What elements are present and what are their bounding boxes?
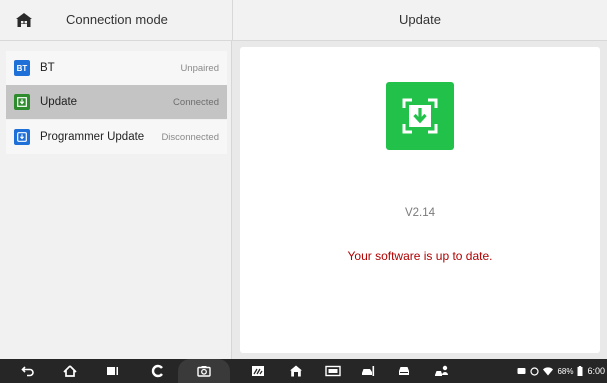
connection-mode-title: Connection mode: [66, 12, 168, 27]
update-panel: V2.14 Your software is up to date.: [240, 47, 600, 353]
download-update-icon: [386, 82, 454, 150]
sidebar-item-label: Programmer Update: [40, 131, 145, 143]
home-icon: [290, 365, 302, 377]
settings-icon: [530, 366, 540, 376]
clock: 6:00: [587, 366, 605, 376]
sidebar-item-label: Update: [40, 96, 78, 108]
programmer-update-badge-icon: [14, 129, 30, 145]
sidebar-item-label: BT: [40, 62, 55, 74]
sidebar-item-update[interactable]: Update Connected: [6, 85, 227, 119]
shortcut-home-button[interactable]: [284, 359, 308, 383]
page-title: Update: [399, 12, 441, 27]
remote-expert-button[interactable]: [430, 359, 454, 383]
camera-button[interactable]: [192, 359, 216, 383]
bottom-nav-bar: 68% 6:00: [0, 359, 607, 383]
display-icon: [252, 366, 264, 376]
car-diagnostics-icon: [362, 366, 375, 376]
sidebar-item-status: Connected: [173, 96, 219, 108]
home-icon: [16, 13, 32, 27]
software-version: V2.14: [404, 207, 436, 219]
back-button[interactable]: [16, 359, 40, 383]
bluetooth-badge-icon: BT: [14, 60, 30, 76]
back-icon: [21, 366, 34, 377]
home-button[interactable]: [12, 8, 36, 32]
diagnostics-button[interactable]: [356, 359, 380, 383]
browser-button[interactable]: [146, 359, 170, 383]
wifi-icon: [543, 366, 554, 375]
vci-button[interactable]: [321, 359, 345, 383]
service-button[interactable]: [392, 359, 416, 383]
sidebar-item-bt[interactable]: BT BT Unpaired: [6, 51, 227, 85]
browser-icon: [151, 364, 163, 378]
recent-apps-icon: [107, 367, 118, 375]
connection-sidebar: BT BT Unpaired Update Connected Programm…: [0, 41, 232, 359]
update-status-message: Your software is up to date.: [347, 249, 493, 263]
camera-icon: [197, 366, 211, 377]
message-icon: [517, 367, 526, 374]
home-icon: [63, 365, 77, 377]
sidebar-item-programmer-update[interactable]: Programmer Update Disconnected: [6, 120, 227, 154]
remote-expert-icon: [435, 365, 448, 376]
battery-icon: [577, 366, 583, 376]
screen-display-button[interactable]: [246, 359, 270, 383]
sidebar-item-status: Unpaired: [180, 62, 219, 74]
sidebar-item-status: Disconnected: [161, 131, 219, 143]
top-header: Connection mode Update: [0, 0, 607, 41]
nav-home-button[interactable]: [58, 359, 82, 383]
system-tray: 68% 6:00: [517, 359, 605, 383]
car-service-icon: [399, 367, 409, 375]
battery-percentage: 68%: [557, 366, 574, 376]
recent-apps-button[interactable]: [101, 359, 125, 383]
update-badge-icon: [14, 94, 30, 110]
vci-icon: [325, 365, 341, 377]
